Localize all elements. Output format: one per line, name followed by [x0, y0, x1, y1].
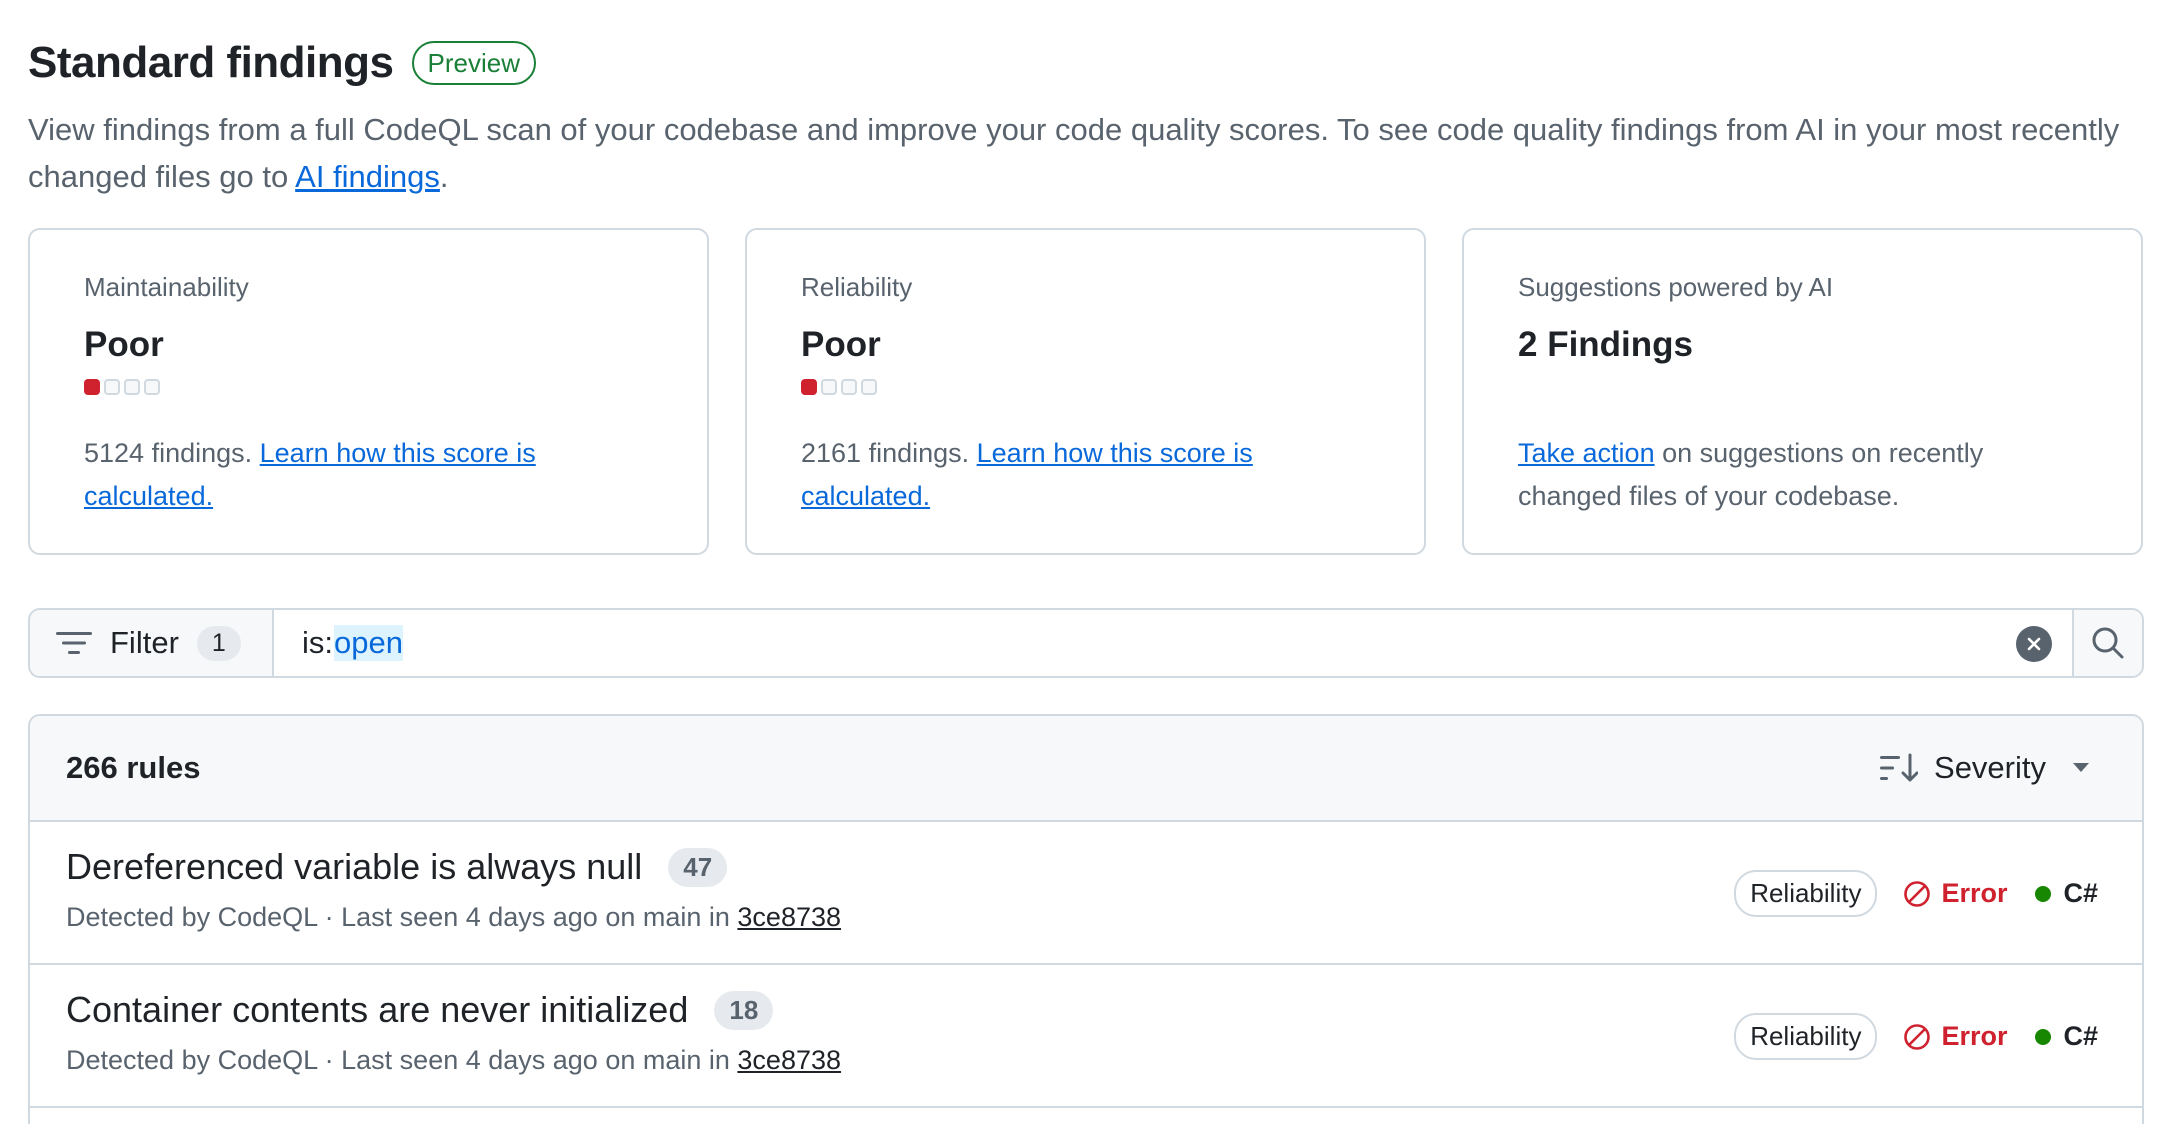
- filter-count-badge: 1: [196, 625, 241, 661]
- rule-title[interactable]: Dereferenced variable is always null: [66, 846, 642, 888]
- reliability-card: Reliability Poor 2161 findings. Learn ho…: [745, 228, 1426, 555]
- meta-text: Detected by CodeQL · Last seen 4 days ag…: [66, 1045, 738, 1075]
- page-header: Standard findings Preview: [28, 38, 536, 88]
- sort-icon: [1880, 753, 1919, 782]
- score-meter: [84, 379, 653, 397]
- language-label: C#: [2035, 878, 2098, 909]
- score-meter: [801, 379, 1370, 397]
- maintainability-card: Maintainability Poor 5124 findings. Lear…: [28, 228, 709, 555]
- score-dot: [841, 379, 857, 395]
- query-key: is:: [302, 625, 333, 660]
- score-dot: [124, 379, 140, 395]
- rules-list: 266 rules Severity Dereferenced variable…: [28, 714, 2144, 1124]
- category-tag: Reliability: [1734, 870, 1878, 917]
- meta-text: Detected by CodeQL · Last seen 4 days ag…: [66, 902, 738, 932]
- rule-title[interactable]: Container contents are never initialized: [66, 989, 688, 1031]
- filter-button[interactable]: Filter 1: [30, 610, 274, 676]
- language-label: C#: [2035, 1021, 2098, 1052]
- error-icon: [1904, 1023, 1931, 1050]
- card-label: Reliability: [801, 272, 913, 302]
- search-button[interactable]: [2072, 610, 2142, 676]
- score-dot: [821, 379, 837, 395]
- severity-text: Error: [1941, 878, 2008, 908]
- score-cards: Maintainability Poor 5124 findings. Lear…: [28, 228, 2143, 555]
- ai-suggestions-card: Suggestions powered by AI 2 Findings Tak…: [1462, 228, 2143, 555]
- card-value: Poor: [801, 325, 881, 364]
- list-item[interactable]: Dereferenced variable is always null 47 …: [30, 822, 2142, 965]
- card-label: Maintainability: [84, 272, 249, 302]
- findings-count: 2161 findings.: [801, 438, 977, 468]
- page-title: Standard findings: [28, 38, 394, 87]
- commit-link[interactable]: 3ce8738: [737, 902, 841, 932]
- preview-badge: Preview: [411, 41, 536, 85]
- card-value: Poor: [84, 325, 164, 364]
- score-dot: [801, 379, 817, 395]
- clear-button[interactable]: [2016, 626, 2052, 662]
- card-footer: 2161 findings. Learn how this score is c…: [801, 432, 1361, 518]
- filter-bar: Filter 1 is: open: [28, 608, 2144, 678]
- score-dot: [861, 379, 877, 395]
- rule-tags: Reliability Error C#: [1734, 870, 2098, 917]
- finding-count-badge: 18: [714, 990, 774, 1030]
- card-value: 2 Findings: [1518, 325, 1693, 364]
- sort-label: Severity: [1934, 750, 2046, 785]
- search-input[interactable]: is: open: [274, 610, 2072, 676]
- search-icon: [2092, 627, 2124, 659]
- language-dot-icon: [2035, 885, 2052, 902]
- card-label: Suggestions powered by AI: [1518, 272, 1834, 302]
- commit-link[interactable]: 3ce8738: [737, 1045, 841, 1075]
- error-icon: [1904, 880, 1931, 907]
- score-dot: [104, 379, 120, 395]
- card-footer: Take action on suggestions on recently c…: [1518, 432, 2078, 518]
- chevron-down-icon: [2073, 763, 2089, 772]
- list-header: 266 rules Severity: [30, 716, 2142, 822]
- filter-icon: [56, 632, 92, 654]
- description-end: .: [439, 159, 449, 194]
- ai-findings-link[interactable]: AI findings: [295, 159, 440, 194]
- rule-tags: Reliability Error C#: [1734, 1013, 2098, 1060]
- query-value: open: [334, 625, 403, 661]
- language-text: C#: [2063, 878, 2098, 908]
- category-tag: Reliability: [1734, 1013, 1878, 1060]
- rules-count: 266 rules: [66, 750, 201, 785]
- severity-label: Error: [1903, 1021, 2007, 1052]
- severity-label: Error: [1903, 878, 2007, 909]
- score-dot: [144, 379, 160, 395]
- list-item[interactable]: Container contents are never initialized…: [30, 965, 2142, 1108]
- take-action-link[interactable]: Take action: [1518, 438, 1655, 468]
- language-text: C#: [2063, 1021, 2098, 1051]
- card-footer: 5124 findings. Learn how this score is c…: [84, 432, 644, 518]
- close-icon: [2027, 637, 2041, 651]
- page-description: View findings from a full CodeQL scan of…: [28, 106, 2128, 200]
- sort-dropdown[interactable]: Severity: [1880, 750, 2106, 786]
- findings-count: 5124 findings.: [84, 438, 260, 468]
- severity-text: Error: [1941, 1021, 2008, 1051]
- language-dot-icon: [2035, 1028, 2052, 1045]
- filter-label: Filter: [110, 625, 179, 660]
- score-dot: [84, 379, 100, 395]
- finding-count-badge: 47: [668, 847, 728, 887]
